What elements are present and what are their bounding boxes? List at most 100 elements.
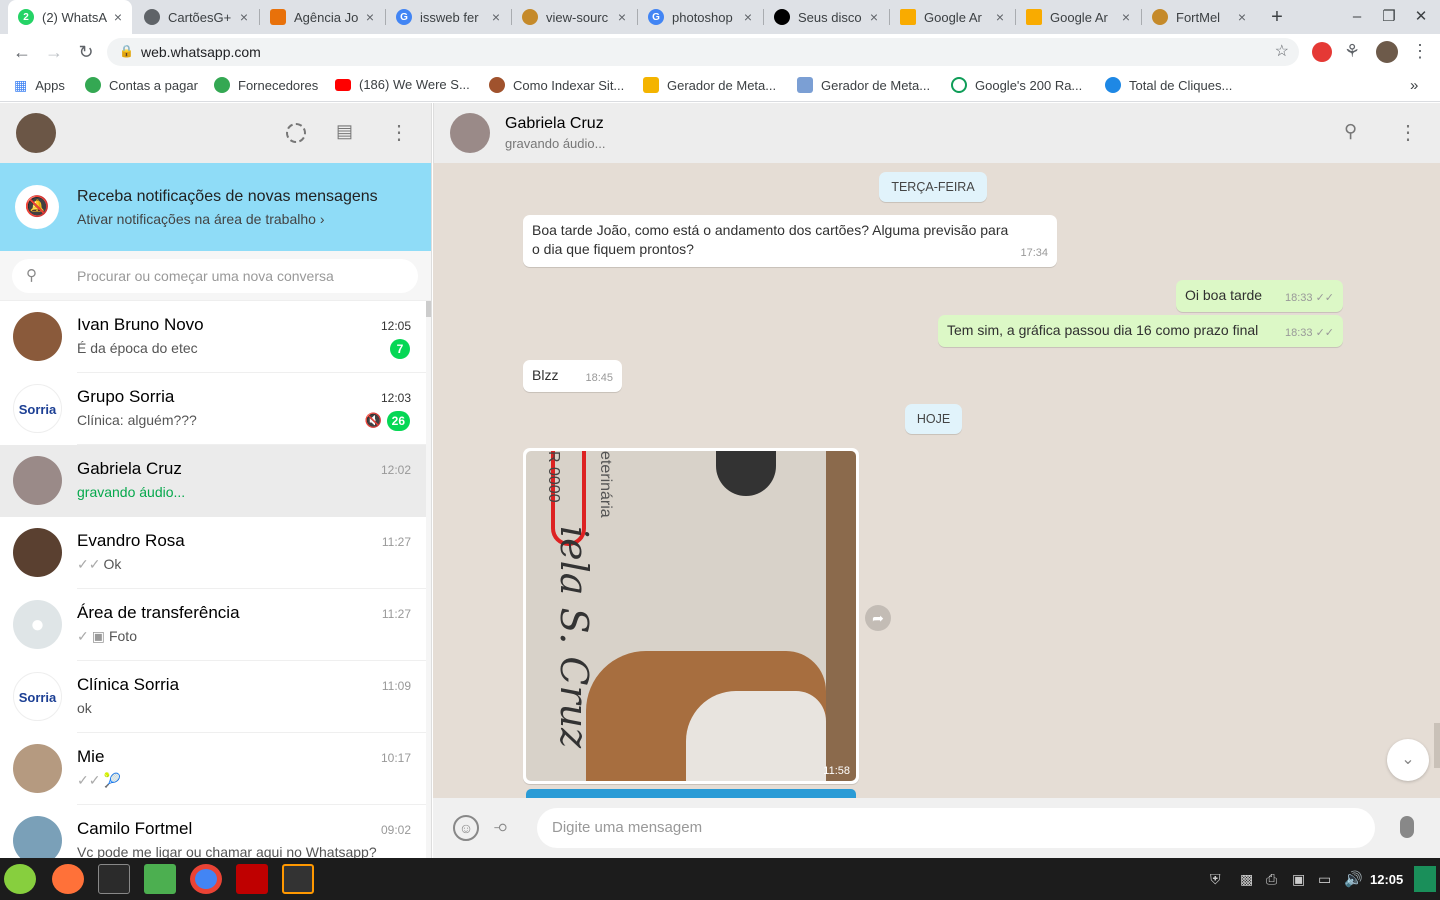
conversation-header[interactable]: Gabriela Cruz gravando áudio... ⚲ ⋮ <box>433 103 1440 163</box>
bookmark-label: Gerador de Meta... <box>821 77 931 93</box>
menu-icon[interactable]: ⋮ <box>389 120 409 145</box>
clock[interactable]: 12:05 <box>1370 872 1403 887</box>
tab-google-analytics-2[interactable]: Google Ar × <box>1016 0 1140 34</box>
chat-item-grupo-sorria[interactable]: Sorria Grupo Sorria 12:03 Clínica: algué… <box>0 373 426 445</box>
tab-cartoes[interactable]: CartõesG+ × <box>134 0 258 34</box>
message-outgoing[interactable]: Oi boa tarde 18:33 ✓✓ <box>1176 280 1343 312</box>
shield-icon[interactable]: ⛨ <box>1210 871 1221 888</box>
filezilla-icon[interactable] <box>236 864 268 894</box>
tab-close-icon[interactable]: × <box>870 9 878 25</box>
bookmark-indexar[interactable]: Como Indexar Sit... <box>489 77 624 93</box>
avatar <box>13 456 62 505</box>
minimize-button[interactable]: – <box>1345 6 1369 28</box>
chat-list-scrollbar[interactable] <box>426 301 431 858</box>
chat-item-gabriela-cruz[interactable]: Gabriela Cruz 12:02 gravando áudio... <box>0 445 426 517</box>
bookmark-contas[interactable]: Contas a pagar <box>85 77 198 93</box>
next-image-message[interactable] <box>526 789 856 798</box>
tab-agencia[interactable]: Agência Jo × <box>260 0 384 34</box>
chrome-icon[interactable] <box>190 864 222 894</box>
notification-banner[interactable]: 🔕 Receba notificações de novas mensagens… <box>0 163 431 251</box>
new-tab-button[interactable]: + <box>1265 6 1289 28</box>
tab-close-icon[interactable]: × <box>240 9 248 25</box>
bookmark-apps[interactable]: ▦ Apps <box>14 77 65 94</box>
message-incoming[interactable]: Boa tarde João, como está o andamento do… <box>523 215 1057 267</box>
scroll-down-button[interactable]: ⌄ <box>1387 739 1429 781</box>
chat-item-ivan-bruno[interactable]: Ivan Bruno Novo 12:05 É da época do etec… <box>0 301 426 373</box>
tab-close-icon[interactable]: × <box>1122 9 1130 25</box>
my-avatar[interactable] <box>16 113 56 153</box>
bookmark-total-cliques[interactable]: Total de Cliques... <box>1105 77 1232 93</box>
sublime-icon[interactable] <box>282 864 314 894</box>
contact-avatar[interactable] <box>450 113 490 153</box>
tab-google-analytics-1[interactable]: Google Ar × <box>890 0 1014 34</box>
microphone-icon[interactable] <box>1400 816 1414 838</box>
bookmark-gerador-1[interactable]: Gerador de Meta... <box>643 77 776 93</box>
tab-whatsapp[interactable]: 2 (2) WhatsA × <box>8 0 132 34</box>
tab-close-icon[interactable]: × <box>366 9 374 25</box>
address-bar[interactable]: 🔒 ☆ <box>107 38 1299 66</box>
maximize-button[interactable]: ❐ <box>1377 6 1401 28</box>
bookmark-star-icon[interactable]: ☆ <box>1275 41 1289 61</box>
tab-close-icon[interactable]: × <box>1238 9 1246 25</box>
chrome-menu-icon[interactable]: ⋮ <box>1411 41 1429 62</box>
attach-icon[interactable]: ⌕ <box>490 813 516 840</box>
chat-item-mie[interactable]: Mie 10:17 ✓✓ 🎾 <box>0 733 426 805</box>
mint-menu-icon[interactable] <box>4 864 36 894</box>
message-incoming[interactable]: Blzz 18:45 <box>523 360 622 392</box>
tab-close-icon[interactable]: × <box>492 9 500 25</box>
menu-icon[interactable]: ⋮ <box>1398 120 1418 145</box>
image-message[interactable]: iela S. Cruz eterinária R 0000 11:58 <box>523 448 859 784</box>
files-icon[interactable] <box>144 864 176 894</box>
extension-icon[interactable] <box>1312 42 1332 62</box>
business-card-photo[interactable]: iela S. Cruz eterinária R 0000 11:58 <box>526 451 856 781</box>
tab-fortmel[interactable]: FortMel × <box>1142 0 1256 34</box>
tab-close-icon[interactable]: × <box>744 9 752 25</box>
close-window-button[interactable]: ✕ <box>1409 6 1433 28</box>
bookmark-fornecedores[interactable]: Fornecedores <box>214 77 318 93</box>
bookmark-google-200[interactable]: Google's 200 Ra... <box>951 77 1082 93</box>
device-icon[interactable]: ▣ <box>1292 871 1305 888</box>
tab-close-icon[interactable]: × <box>618 9 626 25</box>
show-desktop-button[interactable] <box>1414 866 1436 892</box>
tab-close-icon[interactable]: × <box>996 9 1004 25</box>
firefox-icon[interactable] <box>52 864 84 894</box>
bookmark-youtube[interactable]: (186) We Were S... <box>335 77 470 92</box>
browser-tab-strip: 2 (2) WhatsA × CartõesG+ × Agência Jo × … <box>0 0 1440 34</box>
tab-seus-discos[interactable]: Seus disco × <box>764 0 888 34</box>
reload-icon[interactable]: ↻ <box>74 40 98 64</box>
chat-item-area-transferencia[interactable]: ● Área de transferência 11:27 ✓ ▣ Foto <box>0 589 426 661</box>
chat-time: 12:05 <box>380 319 411 333</box>
forward-icon[interactable]: → <box>42 40 66 64</box>
status-icon[interactable] <box>286 123 306 143</box>
extensions-puzzle-icon[interactable]: ⚘ <box>1344 41 1360 62</box>
network-icon[interactable]: ▭ <box>1318 871 1331 888</box>
forward-icon[interactable]: ➦ <box>865 605 891 631</box>
chat-item-camilo-fortmel[interactable]: Camilo Fortmel 09:02 Vc pode me ligar ou… <box>0 805 426 858</box>
back-icon[interactable]: ← <box>10 40 34 64</box>
volume-icon[interactable]: 🔊 <box>1344 870 1363 888</box>
clipboard-icon[interactable]: ▩ <box>1240 871 1253 888</box>
conversation-scrollbar[interactable] <box>1434 723 1440 768</box>
chat-item-evandro-rosa[interactable]: Evandro Rosa 11:27 ✓✓ Ok <box>0 517 426 589</box>
search-icon[interactable]: ⚲ <box>1344 121 1357 142</box>
bookmark-gerador-2[interactable]: Gerador de Meta... <box>797 77 930 93</box>
message-input[interactable]: Digite uma mensagem <box>537 808 1375 848</box>
chat-item-clinica-sorria[interactable]: Sorria Clínica Sorria 11:09 ok <box>0 661 426 733</box>
search-input[interactable]: ⚲ Procurar ou começar uma nova conversa <box>12 259 418 293</box>
printer-icon[interactable]: ⎙ <box>1266 871 1277 888</box>
chat-time: 11:27 <box>381 535 411 549</box>
tab-issweb[interactable]: G issweb fer × <box>386 0 510 34</box>
chat-time: 11:27 <box>381 607 411 621</box>
terminal-icon[interactable] <box>98 864 130 894</box>
tab-close-icon[interactable]: × <box>114 9 122 25</box>
message-outgoing[interactable]: Tem sim, a gráfica passou dia 16 como pr… <box>938 315 1343 347</box>
chat-preview: 🎾 <box>103 772 121 788</box>
bookmarks-overflow-button[interactable]: » <box>1410 77 1418 94</box>
tab-view-source[interactable]: view-sourc × <box>512 0 636 34</box>
tab-photoshop[interactable]: G photoshop × <box>638 0 762 34</box>
new-chat-icon[interactable]: ▤ <box>336 121 353 142</box>
profile-avatar[interactable] <box>1376 41 1398 63</box>
chat-time: 09:02 <box>380 823 411 837</box>
notification-link[interactable]: Ativar notificações na área de trabalho … <box>77 211 324 227</box>
emoji-icon[interactable]: ☺ <box>453 815 479 841</box>
